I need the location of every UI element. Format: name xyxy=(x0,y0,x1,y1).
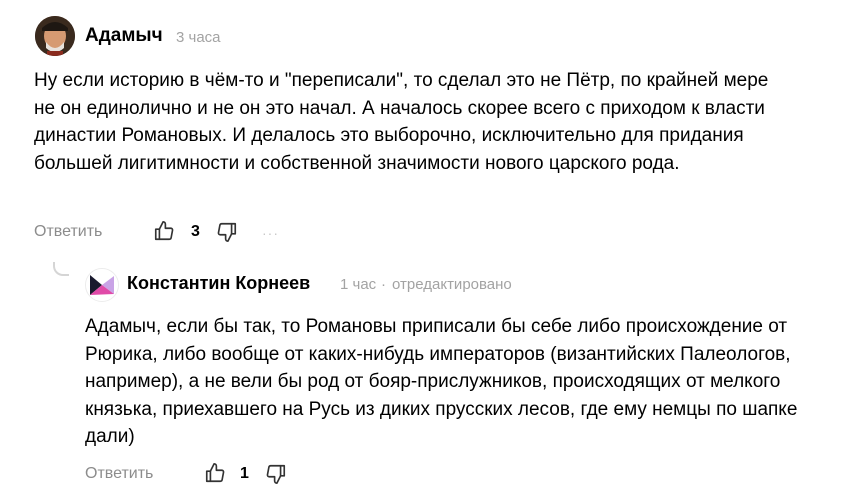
like-count: 3 xyxy=(191,223,200,240)
comment-text: Адамыч, если бы так, то Романовы приписа… xyxy=(85,316,798,447)
comment-time: 3 часа xyxy=(176,29,221,46)
more-dots-icon[interactable]: ··· xyxy=(262,225,279,241)
like-count: 1 xyxy=(240,465,249,482)
edited-label: отредактировано xyxy=(392,276,512,293)
comment-author[interactable]: Константин Корнеев xyxy=(127,273,310,294)
thread-connector xyxy=(53,262,69,276)
meta-separator: · xyxy=(381,276,386,293)
reply-button[interactable]: Ответить xyxy=(34,223,102,241)
comment-time: 1 час xyxy=(340,276,377,293)
comment-author[interactable]: Адамыч xyxy=(85,25,163,47)
thumbs-down-icon[interactable] xyxy=(216,221,238,243)
thumbs-up-icon[interactable] xyxy=(204,462,226,484)
avatar[interactable] xyxy=(85,268,119,302)
avatar[interactable] xyxy=(35,16,75,56)
comment-text: Ну если историю в чём-то и "переписали",… xyxy=(34,70,769,174)
thumbs-up-icon[interactable] xyxy=(153,220,175,242)
thumbs-down-icon[interactable] xyxy=(265,463,287,485)
reply-button[interactable]: Ответить xyxy=(85,465,153,483)
